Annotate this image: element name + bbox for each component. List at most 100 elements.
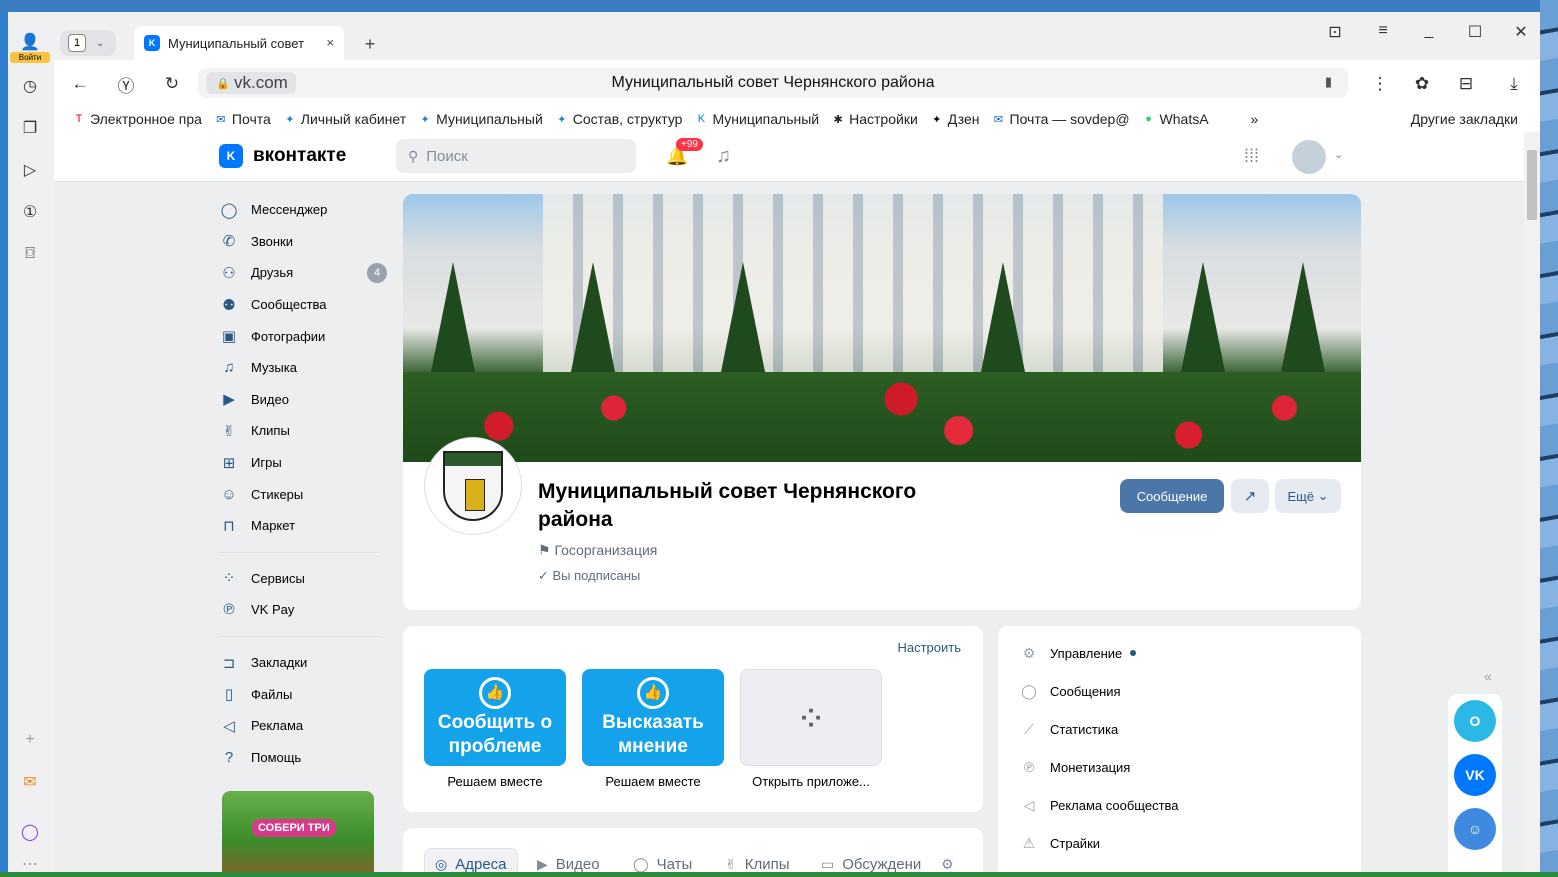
collections-icon[interactable]: ❐ xyxy=(18,116,42,140)
widget-button[interactable]: ☺ xyxy=(1454,808,1496,850)
taskbar-strip xyxy=(0,872,1558,877)
bookmark-item[interactable]: ✦ Дзен xyxy=(930,111,979,127)
group-avatar[interactable] xyxy=(425,438,521,534)
app-give-opinion[interactable]: 👍 Высказать мнение xyxy=(582,669,724,766)
collapse-icon[interactable]: « xyxy=(1484,668,1492,684)
menu-item[interactable]: ☺ Стикеры xyxy=(219,478,389,510)
app-report-problem[interactable]: 👍 Сообщить о проблеме xyxy=(424,669,566,766)
share-button[interactable]: ↗ xyxy=(1231,479,1269,513)
maximize-icon[interactable]: ☐ xyxy=(1460,22,1490,42)
minimize-icon[interactable]: _ xyxy=(1414,22,1444,40)
bookmark-item[interactable]: Т Электронное пра xyxy=(72,111,202,127)
tabs-icon[interactable]: ① xyxy=(18,200,42,224)
tab-chats[interactable]: ◯ Чаты xyxy=(633,848,692,873)
menu-item[interactable]: ⊐ Закладки xyxy=(219,647,389,679)
scrollbar-thumb[interactable] xyxy=(1527,150,1537,220)
menu-item[interactable]: ▣ Фотографии xyxy=(219,320,389,352)
configure-link[interactable]: Настроить xyxy=(897,640,961,655)
mail-app-icon[interactable]: ✉ xyxy=(18,770,42,794)
login-badge[interactable]: Войти xyxy=(10,52,50,63)
admin-menu-item[interactable]: ⚙ Управление xyxy=(1020,642,1137,664)
yandex-icon[interactable]: Ⓨ xyxy=(114,72,138,96)
active-tab[interactable]: K Муниципальный совет × xyxy=(134,26,344,60)
bookmark-item[interactable]: ✦ Личный кабинет xyxy=(283,111,406,127)
game-ad-banner[interactable]: СОБЕРИ ТРИ xyxy=(222,791,374,872)
kebab-icon[interactable]: ⋮ xyxy=(1368,72,1392,96)
reload-icon[interactable]: ↻ xyxy=(160,72,184,96)
admin-menu-label: Управление xyxy=(1050,645,1123,661)
reader-icon[interactable]: ⊟ xyxy=(1454,72,1478,96)
avatar[interactable] xyxy=(1292,140,1326,174)
admin-menu-item[interactable]: ⚠ Страйки xyxy=(1020,832,1100,854)
admin-menu-item[interactable]: ◁ Реклама сообщества xyxy=(1020,794,1179,816)
admin-menu-item[interactable]: ⟋ Статистика xyxy=(1020,718,1118,740)
menu-item[interactable]: ⚉ Сообщества xyxy=(219,289,389,321)
admin-menu-item[interactable]: ▭Комментарии xyxy=(1020,870,1132,872)
bookmark-item[interactable]: ✦ Состав, структур xyxy=(555,111,683,127)
menu-item[interactable]: ✆ Звонки xyxy=(219,226,389,258)
tab-video[interactable]: ▶ Видео xyxy=(537,848,600,873)
bookmark-flag-icon[interactable]: ▮ xyxy=(1325,74,1332,90)
menu-item[interactable]: ⊞ Игры xyxy=(219,447,389,479)
close-window-icon[interactable]: ✕ xyxy=(1506,22,1536,42)
bookmark-favicon-icon: ✦ xyxy=(557,113,567,126)
close-tab-icon[interactable]: × xyxy=(326,35,334,50)
widget-button[interactable]: О xyxy=(1454,700,1496,742)
tab-counter[interactable]: 1 ⌄ xyxy=(60,30,116,56)
bookmark-item[interactable]: ✉ Почта — sovdep@ xyxy=(992,111,1130,127)
bookmark-item[interactable]: ✱ Настройки xyxy=(831,111,918,127)
address-bar[interactable]: vk.com 🔒 Муниципальный совет Чернянского… xyxy=(198,68,1348,98)
play-icon[interactable]: ▷ xyxy=(18,158,42,182)
menu-item[interactable]: ⊓ Маркет xyxy=(219,510,389,542)
admin-menu-item[interactable]: ◯ Сообщения xyxy=(1020,680,1120,702)
menu-item[interactable]: ⁘ Сервисы xyxy=(219,563,389,595)
add-icon[interactable]: + xyxy=(18,728,42,752)
bookmark-item[interactable]: ● WhatsA xyxy=(1142,111,1208,127)
menu-item[interactable]: ? Помощь xyxy=(219,742,389,774)
apps-grid-icon[interactable]: ⁞⁞⁞ xyxy=(1244,146,1259,167)
tab-discussions[interactable]: ▭ Обсуждени xyxy=(821,848,921,873)
new-tab-button[interactable]: + xyxy=(358,32,382,56)
widget-button[interactable]: VK xyxy=(1454,754,1496,796)
alice-icon[interactable]: ◯ xyxy=(18,820,42,844)
more-icon[interactable]: ⋯ xyxy=(18,852,42,872)
tab-clips[interactable]: ✌ Клипы xyxy=(725,848,790,873)
more-button[interactable]: Ещё ⌄ xyxy=(1275,479,1341,513)
scrollbar[interactable] xyxy=(1524,132,1540,872)
menu-item[interactable]: ⚇ Друзья 4 xyxy=(219,257,389,289)
tab-addresses[interactable]: ◎ Адреса xyxy=(424,848,518,872)
bookmark-label: Состав, структур xyxy=(572,111,683,127)
back-icon[interactable]: ← xyxy=(68,72,92,96)
left-menu: ◯ Мессенджер ✆ Звонки ⚇ Друзья 4 ⚉ Сообщества ▣ Фо… xyxy=(219,194,389,773)
screenshot-icon[interactable]: ⌼ xyxy=(18,242,42,266)
tab-settings[interactable]: ⚙ xyxy=(941,848,962,872)
bookmark-window-icon[interactable]: ⊡ xyxy=(1320,22,1350,42)
menu-item[interactable]: ◁ Реклама xyxy=(219,710,389,742)
search-input[interactable]: ⚲ Поиск xyxy=(396,139,636,173)
bookmark-item[interactable]: ✦ Муниципальный xyxy=(418,111,543,127)
menu-item[interactable]: ▶ Видео xyxy=(219,384,389,416)
download-icon[interactable]: ⤓ xyxy=(1502,72,1526,96)
vk-logo[interactable]: K вконтакте xyxy=(219,144,346,168)
search-placeholder: Поиск xyxy=(426,147,468,165)
history-icon[interactable]: ◷ xyxy=(18,74,42,98)
menu-icon[interactable]: ≡ xyxy=(1368,22,1398,40)
chevron-down-icon[interactable]: ⌄ xyxy=(1334,148,1343,161)
message-button[interactable]: Сообщение xyxy=(1120,479,1224,513)
extension-icon[interactable]: ✿ xyxy=(1410,72,1434,96)
admin-menu-item[interactable]: ℗ Монетизация xyxy=(1020,756,1131,778)
menu-item[interactable]: ◯ Мессенджер xyxy=(219,194,389,226)
user-icon[interactable]: 👤 xyxy=(18,30,42,54)
menu-item[interactable]: ℗ VK Pay xyxy=(219,594,389,626)
menu-item[interactable]: ▯ Файлы xyxy=(219,678,389,710)
app-open-more[interactable]: ⁘ xyxy=(740,669,882,766)
other-bookmarks[interactable]: Другие закладки xyxy=(1411,111,1518,127)
menu-item[interactable]: ♫ Музыка xyxy=(219,352,389,384)
bookmark-item[interactable]: K Муниципальный xyxy=(694,111,819,127)
bookmarks-overflow[interactable]: » xyxy=(1251,111,1259,127)
menu-item[interactable]: ✌ Клипы xyxy=(219,415,389,447)
subscribed-status[interactable]: ✓ Вы подписаны xyxy=(538,568,640,584)
menu-item-label: Сообщества xyxy=(251,297,327,313)
music-player-icon[interactable]: ♫ xyxy=(716,145,731,168)
bookmark-item[interactable]: ✉ Почта xyxy=(214,111,271,127)
